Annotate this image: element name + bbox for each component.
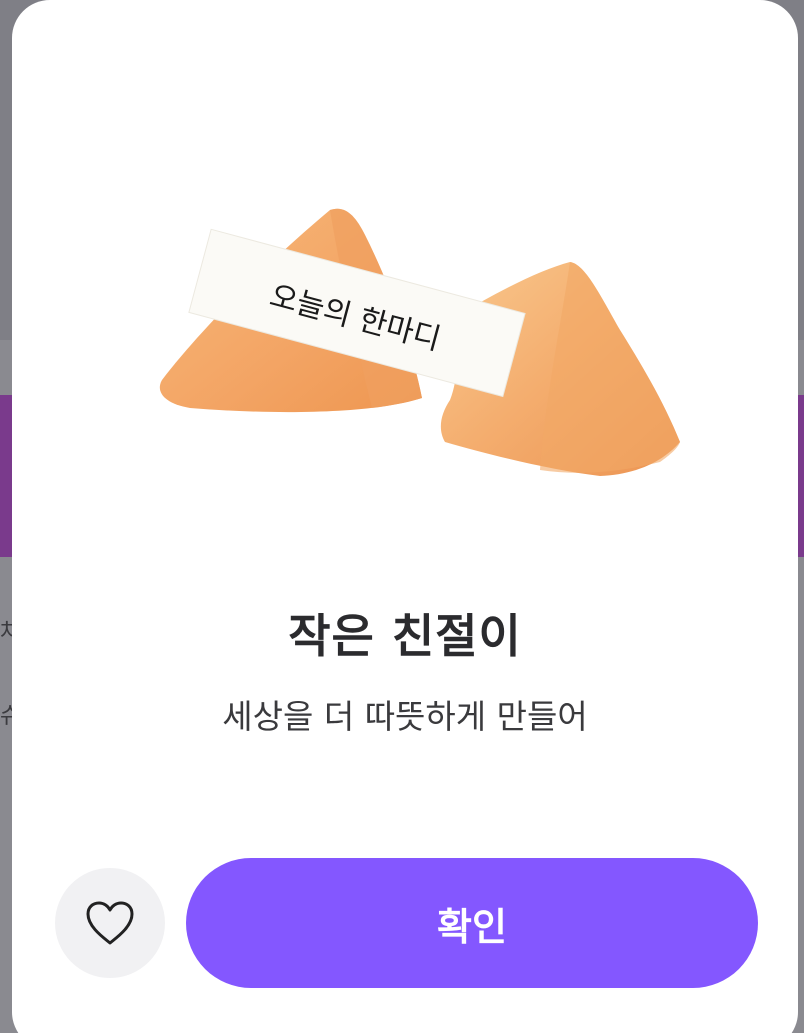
fortune-modal: 오늘의 한마디 작은 친절이 세상을 더 따뜻하게 만들어 확인 xyxy=(12,0,798,1033)
like-button[interactable] xyxy=(55,868,165,978)
confirm-button[interactable]: 확인 xyxy=(186,858,758,988)
fortune-subtitle: 세상을 더 따뜻하게 만들어 xyxy=(222,697,588,736)
fortune-cookie-illustration: 오늘의 한마디 xyxy=(159,208,680,476)
screen: 차 슈 오늘의 한마디 작은 친절이 세상을 더 따뜻하게 만들어 확인 xyxy=(0,0,804,1033)
fortune-title: 작은 친절이 xyxy=(288,609,522,663)
heart-outline-icon xyxy=(86,901,134,945)
